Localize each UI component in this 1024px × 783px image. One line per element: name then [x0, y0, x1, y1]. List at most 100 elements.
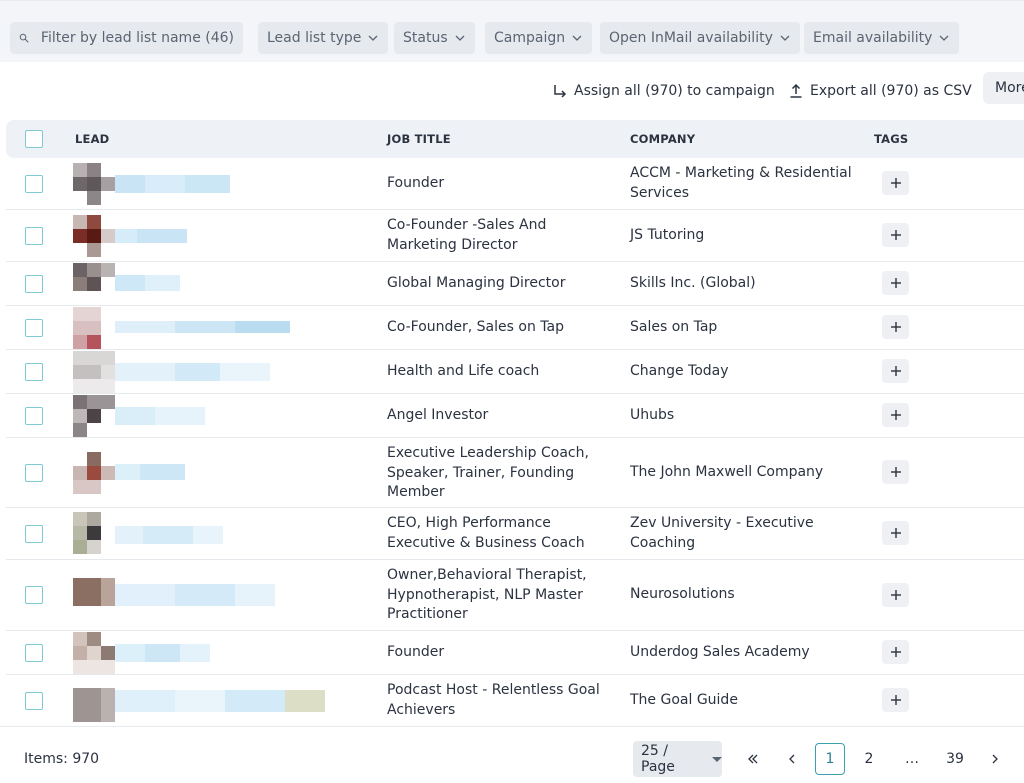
avatar	[73, 574, 115, 616]
job-title-cell: Podcast Host - Relentless Goal Achievers	[387, 682, 600, 718]
table-row[interactable]: Co-Founder -Sales And Marketing Director…	[6, 210, 1024, 262]
table-row[interactable]: Founder Underdog Sales Academy	[6, 631, 1024, 675]
assign-label: Assign all (970) to campaign	[574, 83, 775, 99]
plus-icon	[890, 322, 901, 332]
table-row[interactable]: Executive Leadership Coach, Speaker, Tra…	[6, 438, 1024, 508]
plus-icon	[890, 528, 901, 538]
email-availability-filter[interactable]: Email availability	[804, 22, 960, 54]
more-label: More	[995, 80, 1024, 96]
page-1-button[interactable]: 1	[815, 743, 845, 775]
plus-icon	[890, 278, 901, 288]
table-row[interactable]: Co-Founder, Sales on Tap Sales on Tap	[6, 306, 1024, 350]
add-tag-button[interactable]	[882, 688, 909, 712]
next-page-button[interactable]	[980, 743, 1010, 775]
status-filter[interactable]: Status	[394, 22, 475, 54]
blurred-lead-name	[115, 321, 290, 333]
row-checkbox[interactable]	[25, 644, 43, 662]
add-tag-button[interactable]	[882, 403, 909, 427]
blurred-lead-name	[115, 526, 223, 544]
chevron-right-icon	[992, 754, 998, 764]
job-title-cell: Founder	[387, 175, 445, 191]
plus-icon	[890, 590, 901, 600]
pagination-footer: Items: 970 25 / Page 1 2 … 39	[0, 726, 1024, 783]
double-chevron-left-icon	[748, 754, 758, 764]
avatar	[73, 395, 115, 437]
add-tag-button[interactable]	[882, 640, 909, 664]
job-title-cell: Founder	[387, 644, 445, 660]
row-checkbox[interactable]	[25, 319, 43, 337]
export-csv-button[interactable]: Export all (970) as CSV	[788, 78, 972, 104]
company-cell: Sales on Tap	[630, 319, 718, 335]
table-row[interactable]: Angel Investor Uhubs	[6, 394, 1024, 438]
export-label: Export all (970) as CSV	[810, 83, 972, 99]
page-size-select[interactable]: 25 / Page	[633, 741, 722, 777]
chevron-down-icon	[572, 35, 582, 41]
add-tag-button[interactable]	[882, 521, 909, 545]
search-placeholder: Filter by lead list name (46)	[40, 30, 234, 46]
blurred-lead-name	[115, 584, 275, 606]
plus-icon	[890, 410, 901, 420]
job-title-cell: Global Managing Director	[387, 275, 566, 291]
table-row[interactable]: Health and Life coach Change Today	[6, 350, 1024, 394]
row-checkbox[interactable]	[25, 275, 43, 293]
job-title-cell: Angel Investor	[387, 407, 489, 423]
add-tag-button[interactable]	[882, 171, 909, 195]
blurred-lead-name	[115, 644, 210, 662]
table-row[interactable]: Podcast Host - Relentless Goal Achievers…	[6, 675, 1024, 727]
bulk-actions-bar: Assign all (970) to campaign Export all …	[0, 72, 1024, 108]
more-button[interactable]: More	[983, 72, 1024, 104]
lead-list-type-filter[interactable]: Lead list type	[258, 22, 389, 54]
plus-icon	[890, 695, 901, 705]
company-cell: The Goal Guide	[630, 692, 738, 708]
table-row[interactable]: Owner,Behavioral Therapist, Hypnotherapi…	[6, 560, 1024, 631]
table-row[interactable]: Global Managing Director Skills Inc. (Gl…	[6, 262, 1024, 306]
add-tag-button[interactable]	[882, 315, 909, 339]
job-title-cell: Executive Leadership Coach, Speaker, Tra…	[387, 445, 589, 500]
lead-list-type-label: Lead list type	[267, 30, 362, 46]
avatar	[73, 632, 115, 674]
company-cell: Uhubs	[630, 407, 675, 423]
avatar	[73, 163, 115, 205]
plus-icon	[890, 647, 901, 657]
avatar	[73, 307, 115, 349]
page-39-button[interactable]: 39	[940, 743, 970, 775]
previous-page-button[interactable]	[777, 743, 807, 775]
plus-icon	[890, 467, 901, 477]
page-2-button[interactable]: 2	[854, 743, 884, 775]
row-checkbox[interactable]	[25, 407, 43, 425]
job-title-cell: Owner,Behavioral Therapist, Hypnotherapi…	[387, 567, 587, 622]
column-header-job-title: JOB TITLE	[387, 132, 451, 146]
avatar	[73, 351, 115, 393]
assign-to-campaign-button[interactable]: Assign all (970) to campaign	[552, 78, 775, 104]
table-row[interactable]: CEO, High Performance Executive & Busine…	[6, 508, 1024, 560]
company-cell: JS Tutoring	[630, 227, 705, 243]
company-cell: Zev University - Executive Coaching	[630, 515, 814, 551]
company-cell: Underdog Sales Academy	[630, 644, 810, 660]
row-checkbox[interactable]	[25, 525, 43, 543]
page-ellipsis[interactable]: …	[897, 743, 927, 775]
lead-list-search-input[interactable]: Filter by lead list name (46)	[10, 22, 243, 54]
avatar	[73, 512, 115, 554]
row-checkbox[interactable]	[25, 175, 43, 193]
row-checkbox[interactable]	[25, 363, 43, 381]
add-tag-button[interactable]	[882, 460, 909, 484]
avatar	[73, 452, 115, 494]
add-tag-button[interactable]	[882, 223, 909, 247]
filter-bar: Filter by lead list name (46) Lead list …	[0, 0, 1024, 62]
add-tag-button[interactable]	[882, 359, 909, 383]
first-page-button[interactable]	[738, 743, 768, 775]
blurred-lead-name	[115, 275, 180, 291]
campaign-filter[interactable]: Campaign	[485, 22, 593, 54]
open-inmail-filter[interactable]: Open InMail availability	[600, 22, 800, 54]
campaign-filter-label: Campaign	[494, 30, 566, 46]
plus-icon	[890, 366, 901, 376]
row-checkbox[interactable]	[25, 464, 43, 482]
row-checkbox[interactable]	[25, 227, 43, 245]
add-tag-button[interactable]	[882, 583, 909, 607]
select-all-checkbox[interactable]	[25, 130, 43, 148]
add-tag-button[interactable]	[882, 271, 909, 295]
blurred-lead-name	[115, 407, 205, 425]
row-checkbox[interactable]	[25, 692, 43, 710]
table-row[interactable]: Founder ACCM - Marketing & Residential S…	[6, 158, 1024, 210]
row-checkbox[interactable]	[25, 586, 43, 604]
